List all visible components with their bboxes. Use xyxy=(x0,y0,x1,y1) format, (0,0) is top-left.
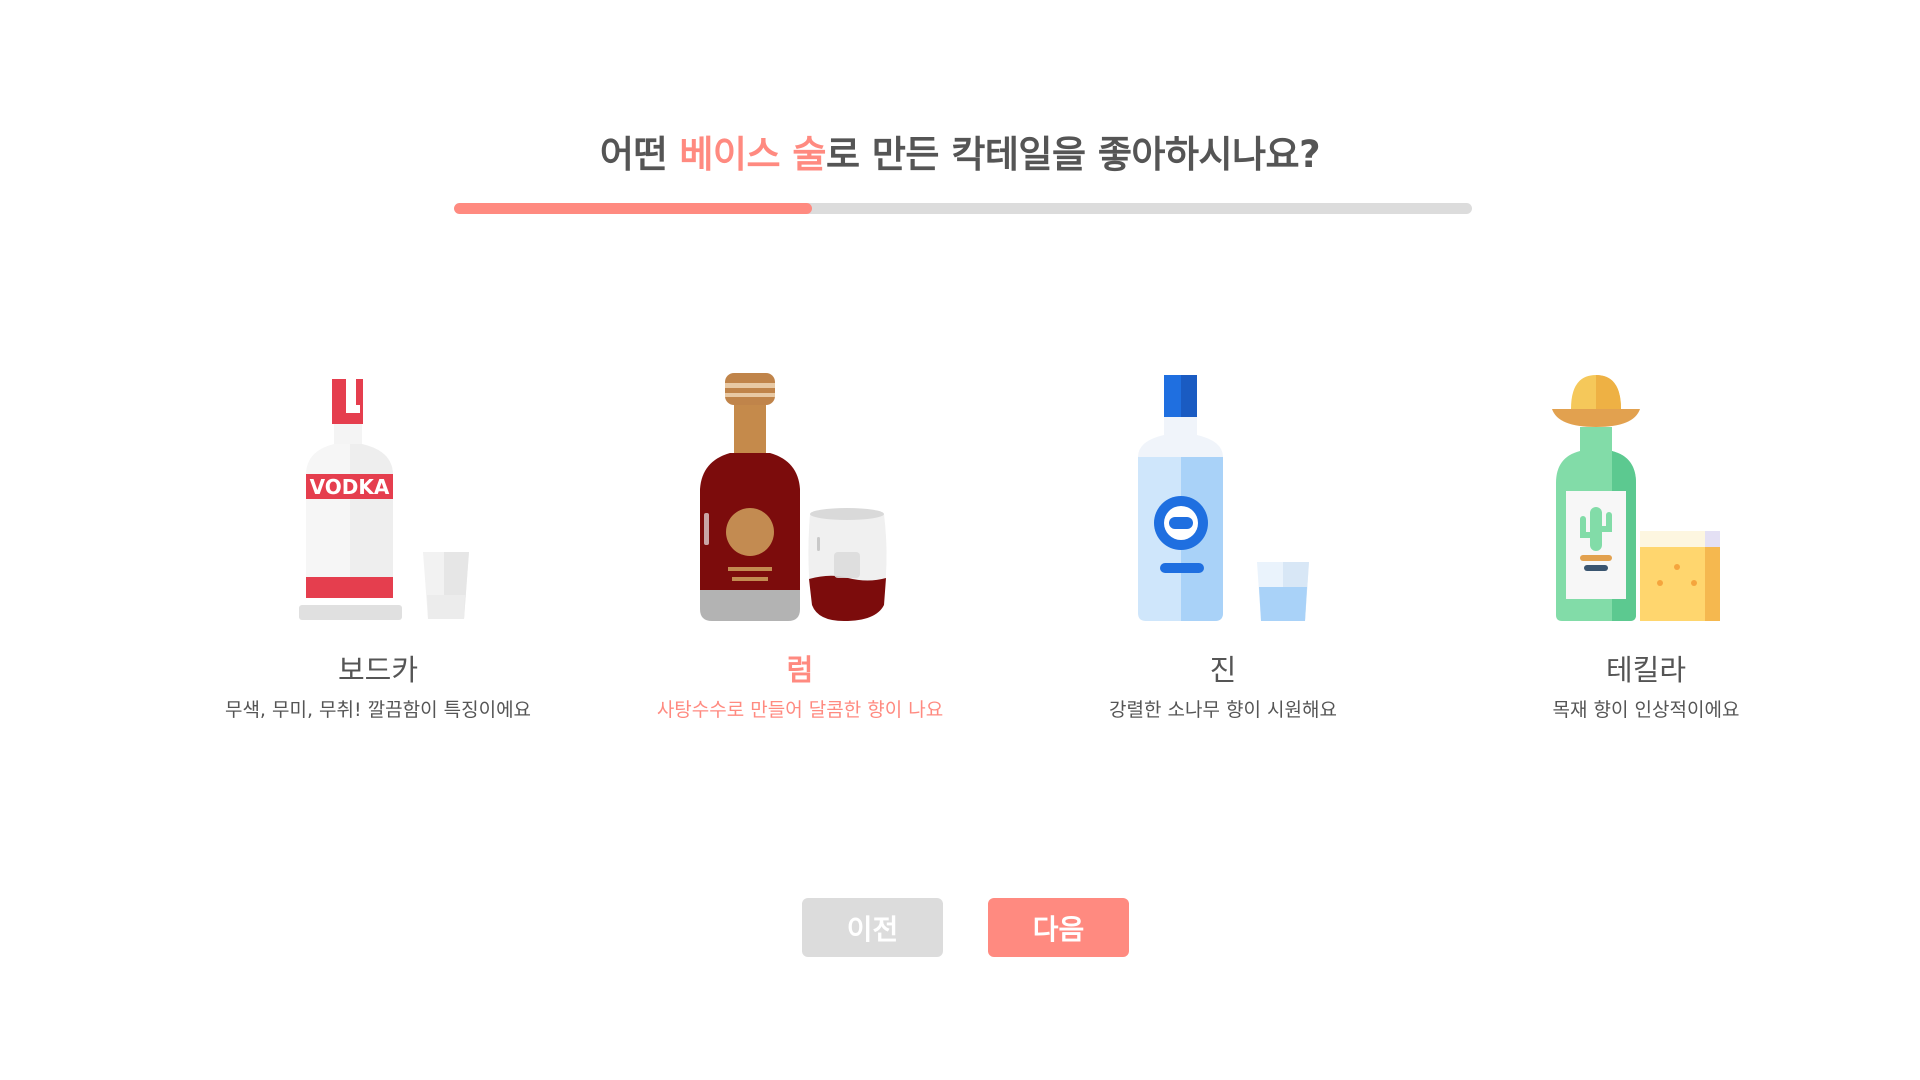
option-name: 진 xyxy=(1209,653,1237,687)
question-title: 어떤 베이스 술로 만든 칵테일을 좋아하시나요? xyxy=(0,124,1920,178)
quiz-page: 어떤 베이스 술로 만든 칵테일을 좋아하시나요? VODKA 보드카 무색, … xyxy=(0,0,1920,1080)
rum-bottle-icon xyxy=(700,373,887,621)
option-gin[interactable]: 진 강렬한 소나무 향이 시원해요 xyxy=(1043,365,1403,723)
progress-bar xyxy=(454,203,1472,214)
option-vodka[interactable]: VODKA 보드카 무색, 무미, 무취! 깔끔함이 특징이에요 xyxy=(198,365,558,723)
option-description: 강렬한 소나무 향이 시원해요 xyxy=(1109,699,1337,721)
option-rum[interactable]: 럼 사탕수수로 만들어 달콤한 향이 나요 xyxy=(620,365,980,723)
option-description: 목재 향이 인상적이에요 xyxy=(1552,699,1740,721)
gin-bottle-icon xyxy=(1138,375,1309,621)
prev-button[interactable]: 이전 xyxy=(802,898,943,957)
option-description: 무색, 무미, 무취! 깔끔함이 특징이에요 xyxy=(224,699,532,721)
next-button[interactable]: 다음 xyxy=(988,898,1129,957)
option-name: 럼 xyxy=(786,653,814,687)
vodka-label-text: VODKA xyxy=(310,475,390,499)
question-prefix: 어떤 xyxy=(599,133,680,176)
option-name: 테킬라 xyxy=(1605,653,1687,687)
option-list: VODKA 보드카 무색, 무미, 무취! 깔끔함이 특징이에요 럼 사탕수수로… xyxy=(0,365,1920,745)
vodka-bottle-icon: VODKA xyxy=(299,379,469,620)
option-name: 보드카 xyxy=(337,653,419,687)
progress-fill xyxy=(454,203,813,214)
option-description: 사탕수수로 만들어 달콤한 향이 나요 xyxy=(656,699,944,721)
question-suffix: 로 만든 칵테일을 좋아하시나요? xyxy=(825,133,1321,176)
question-highlight: 베이스 술 xyxy=(679,133,826,176)
option-tequila[interactable]: 테킬라 목재 향이 인상적이에요 xyxy=(1466,365,1826,723)
tequila-bottle-icon xyxy=(1552,375,1720,621)
